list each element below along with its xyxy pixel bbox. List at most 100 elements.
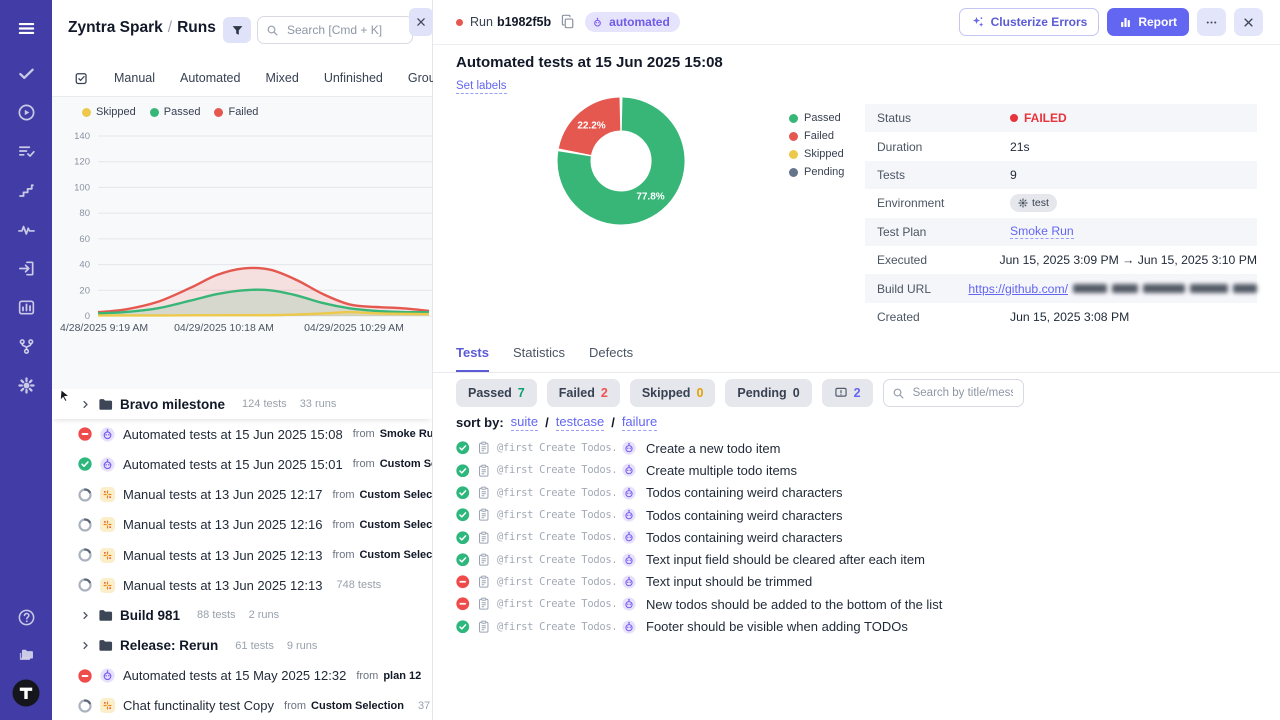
run-row[interactable]: Manual tests at 13 Jun 2025 12:13fromCus… <box>52 540 432 570</box>
test-title: Create a new todo item <box>646 441 780 456</box>
progress-status-icon <box>78 578 92 592</box>
run-folder-row[interactable]: Build 98188 tests2 runs <box>52 600 432 630</box>
clusterize-errors-button[interactable]: Clusterize Errors <box>959 8 1100 36</box>
svg-text:140: 140 <box>74 131 90 142</box>
filter-chip-passed[interactable]: Passed7 <box>456 379 537 407</box>
select-runs-icon[interactable] <box>74 71 89 86</box>
sidebar-menu-button[interactable] <box>0 12 52 44</box>
tab-automated[interactable]: Automated <box>180 71 240 85</box>
test-row[interactable]: @first Create Todos...Create a new todo … <box>456 437 1270 459</box>
sidebar-bar-chart-button[interactable] <box>0 288 52 327</box>
sidebar-branch-button[interactable] <box>0 327 52 366</box>
automated-test-icon <box>622 530 636 544</box>
folder-runs-count: 2 runs <box>249 609 280 621</box>
test-plan-link[interactable]: Smoke Run <box>1010 224 1074 239</box>
run-source: Custom Selection <box>359 549 432 561</box>
runs-search-input[interactable] <box>285 22 404 38</box>
run-folder-row[interactable]: Bravo milestone124 tests33 runs <box>52 389 432 419</box>
test-search-input[interactable] <box>911 386 1015 400</box>
test-row[interactable]: @first Create Todos...Text input field s… <box>456 548 1270 570</box>
run-title: Manual tests at 13 Jun 2025 12:16 <box>123 517 322 532</box>
from-label: from <box>332 549 354 561</box>
sidebar-bottom <box>0 598 52 720</box>
sidebar-logo-button[interactable] <box>0 674 52 712</box>
filter-chip-comments[interactable]: 2 <box>822 379 873 407</box>
run-tests-count: 37 tests <box>418 700 432 712</box>
sort-by-testcase[interactable]: testcase <box>556 414 604 431</box>
test-row[interactable]: @first Create Todos...New todos should b… <box>456 593 1270 615</box>
sidebar-play-circle-button[interactable] <box>0 93 52 132</box>
tab-statistics[interactable]: Statistics <box>513 345 565 372</box>
sidebar-pulse-icon <box>17 220 36 239</box>
clipboard-icon <box>477 597 491 611</box>
test-title: Text input field should be cleared after… <box>646 552 925 567</box>
run-row[interactable]: Chat functinality test CopyfromCustom Se… <box>52 691 432 720</box>
sidebar-gear-button[interactable] <box>0 366 52 405</box>
trend-chart-legend: SkippedPassedFailed <box>82 106 258 118</box>
manual-run-icon <box>100 517 115 532</box>
run-folder-row[interactable]: Release: Rerun61 tests9 runs <box>52 631 432 661</box>
test-row[interactable]: @first Create Todos...Footer should be v… <box>456 615 1270 637</box>
sidebar-pulse-button[interactable] <box>0 210 52 249</box>
test-list: @first Create Todos...Create a new todo … <box>456 437 1270 638</box>
filter-button[interactable] <box>223 17 251 43</box>
run-row[interactable]: Automated tests at 15 May 2025 12:32from… <box>52 661 432 691</box>
sidebar-bar-chart-icon <box>17 298 36 317</box>
from-label: from <box>332 519 354 531</box>
run-row[interactable]: Manual tests at 13 Jun 2025 12:13748 tes… <box>52 570 432 600</box>
report-button[interactable]: Report <box>1107 8 1189 36</box>
test-row[interactable]: @first Create Todos...Text input should … <box>456 571 1270 593</box>
filter-chip-failed[interactable]: Failed2 <box>547 379 620 407</box>
tab-defects[interactable]: Defects <box>589 345 633 372</box>
search-icon <box>266 24 279 37</box>
test-title: Todos containing weird characters <box>646 485 843 500</box>
test-row[interactable]: @first Create Todos...Create multiple to… <box>456 459 1270 481</box>
manual-run-icon <box>100 487 115 502</box>
run-source: Custom Selection <box>311 700 404 712</box>
tab-manual[interactable]: Manual <box>114 71 155 85</box>
folder-tests-count: 88 tests <box>197 609 236 621</box>
chip-count: 0 <box>696 386 703 400</box>
automated-test-icon <box>622 597 636 611</box>
test-row[interactable]: @first Create Todos...Todos containing w… <box>456 482 1270 504</box>
breadcrumb-project[interactable]: Zyntra Spark <box>68 19 163 36</box>
sidebar-folders-button[interactable] <box>0 636 52 674</box>
detail-row: ExecutedJun 15, 2025 3:09 PM → Jun 15, 2… <box>865 246 1257 274</box>
svg-text:20: 20 <box>79 285 90 296</box>
sidebar-list-check-button[interactable] <box>0 132 52 171</box>
sidebar-steps-button[interactable] <box>0 171 52 210</box>
failed-status-icon <box>456 575 470 589</box>
sort-options: suite/testcase/failure <box>511 414 658 431</box>
filter-chip-pending[interactable]: Pending0 <box>725 379 811 407</box>
ellipsis-icon <box>1205 16 1218 29</box>
copy-run-id-button[interactable] <box>559 14 575 30</box>
search-icon <box>892 387 905 400</box>
run-details-table: StatusFAILEDDuration21sTests9Environment… <box>865 104 1257 331</box>
clipboard-icon <box>477 575 491 589</box>
sidebar-help-button[interactable] <box>0 598 52 636</box>
donut-legend-label: Passed <box>804 112 841 124</box>
close-run-button[interactable] <box>1234 8 1263 36</box>
run-row[interactable]: Automated tests at 15 Jun 2025 15:01from… <box>52 449 432 479</box>
tab-mixed[interactable]: Mixed <box>265 71 298 85</box>
run-row[interactable]: Manual tests at 13 Jun 2025 12:16fromCus… <box>52 510 432 540</box>
run-row[interactable]: Manual tests at 13 Jun 2025 12:17fromCus… <box>52 480 432 510</box>
sidebar-sign-in-button[interactable] <box>0 249 52 288</box>
sort-by-failure[interactable]: failure <box>622 414 657 431</box>
run-row[interactable]: Automated tests at 15 Jun 2025 15:08from… <box>52 419 432 449</box>
sort-by-suite[interactable]: suite <box>511 414 538 431</box>
set-labels-link[interactable]: Set labels <box>456 80 507 94</box>
build-url-link[interactable]: https://github.com/ <box>968 282 1068 296</box>
more-actions-button[interactable] <box>1197 8 1226 36</box>
breadcrumb: Zyntra Spark/Runs <box>68 19 216 37</box>
test-row[interactable]: @first Create Todos...Todos containing w… <box>456 526 1270 548</box>
filter-chip-skipped[interactable]: Skipped0 <box>630 379 716 407</box>
test-row[interactable]: @first Create Todos...Todos containing w… <box>456 504 1270 526</box>
run-source: plan 12 <box>383 670 421 682</box>
legend-item: Skipped <box>82 106 136 118</box>
tab-tests[interactable]: Tests <box>456 345 489 372</box>
tab-unfinished[interactable]: Unfinished <box>324 71 383 85</box>
panel-close-button[interactable] <box>409 8 433 36</box>
result-donut-chart: 77.8%22.2% <box>545 90 697 234</box>
sidebar-check-button[interactable] <box>0 54 52 93</box>
